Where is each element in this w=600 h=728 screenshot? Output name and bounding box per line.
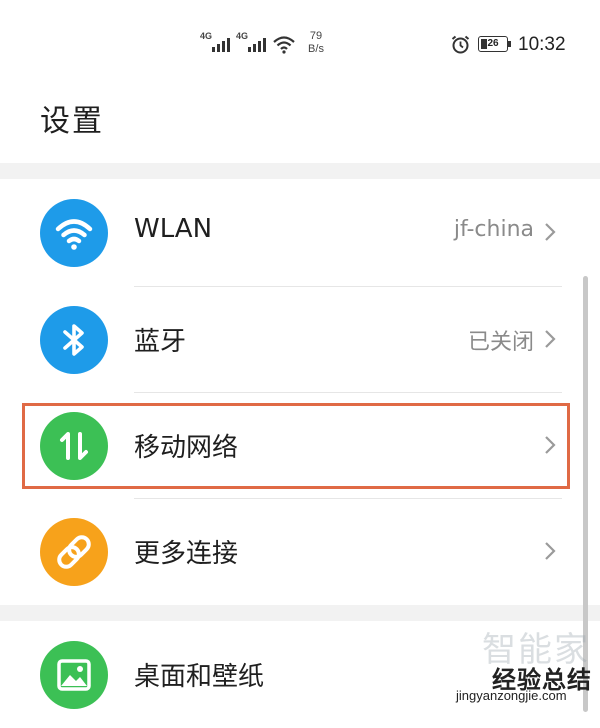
- network-speed-value: 79: [309, 30, 323, 42]
- watermark-line3: jingyanzongjie.com: [456, 688, 567, 703]
- page-title: 设置: [40, 104, 104, 139]
- wifi-status-icon: [273, 36, 295, 54]
- alarm-icon: [451, 35, 470, 54]
- wifi-icon: [40, 199, 108, 267]
- settings-item-value: jf-china: [453, 217, 534, 242]
- link-icon: [40, 518, 108, 586]
- battery-level: 26: [487, 38, 499, 49]
- settings-item-label: 更多连接: [134, 539, 239, 569]
- section-gap: [0, 163, 600, 179]
- settings-item-value: 已关闭: [467, 330, 534, 355]
- image-icon: [40, 641, 108, 709]
- network-speed-unit: B/s: [308, 43, 324, 55]
- settings-item-label: WLAN: [134, 214, 213, 244]
- section-gap: [0, 605, 600, 621]
- network-speed: 79 B/s: [302, 30, 330, 56]
- battery-icon: 26: [478, 36, 508, 52]
- network-type-label: 4G: [200, 31, 213, 41]
- network-type-label: 4G: [236, 31, 249, 41]
- settings-item-more-connections[interactable]: 更多连接: [0, 499, 600, 605]
- settings-item-bluetooth[interactable]: 蓝牙 已关闭: [0, 287, 600, 393]
- chevron-right-icon: [545, 542, 556, 560]
- settings-item-label: 桌面和壁纸: [134, 662, 265, 692]
- bluetooth-icon: [40, 306, 108, 374]
- chevron-right-icon: [545, 330, 556, 348]
- settings-item-label: 蓝牙: [134, 327, 187, 357]
- settings-item-wlan[interactable]: WLAN jf-china: [0, 180, 600, 286]
- watermark: 智能家 经验总结 jingyanzongjie.com: [452, 622, 600, 712]
- battery-tip: [508, 41, 511, 47]
- chevron-right-icon: [545, 223, 556, 241]
- clock-time: 10:32: [518, 34, 566, 55]
- status-bar: 4G 4G 79 B/s 26 10:32: [0, 0, 600, 88]
- highlight-box: [22, 403, 570, 489]
